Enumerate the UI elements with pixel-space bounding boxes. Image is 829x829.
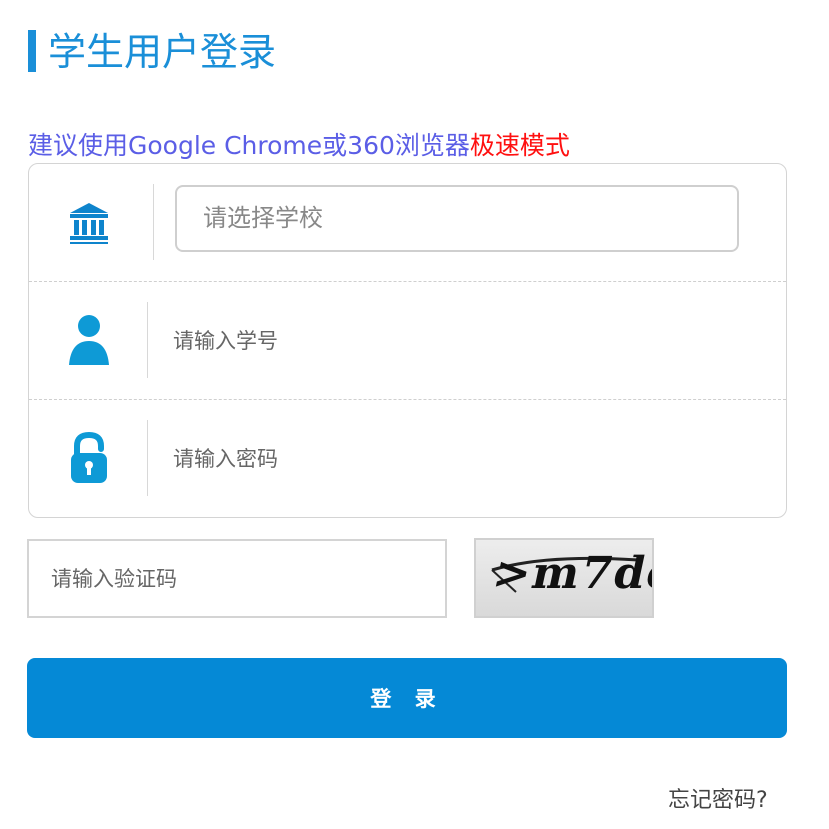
school-select[interactable]: 请选择学校 (175, 185, 739, 252)
student-id-row (29, 281, 786, 398)
login-panel: 请选择学校 (28, 163, 787, 518)
captcha-input[interactable] (27, 539, 447, 618)
page-title: 学生用户登录 (48, 30, 277, 74)
row-divider (153, 184, 154, 260)
title-accent-bar (28, 30, 36, 72)
captcha-text: >m7dc (488, 548, 654, 599)
user-icon (29, 282, 149, 398)
browser-hint-highlight: 极速模式 (469, 131, 570, 160)
browser-hint: 建议使用Google Chrome或360浏览器极速模式 (28, 128, 570, 164)
login-button[interactable]: 登 录 (27, 658, 787, 738)
school-row: 请选择学校 (29, 164, 786, 281)
student-id-input[interactable] (173, 318, 733, 364)
row-divider (147, 302, 148, 378)
row-divider (147, 420, 148, 496)
password-row (29, 399, 786, 516)
browser-hint-text: 建议使用Google Chrome或360浏览器 (28, 131, 470, 160)
school-icon (29, 164, 149, 281)
password-input[interactable] (173, 436, 733, 482)
captcha-image[interactable]: >m7dc (474, 538, 654, 618)
forgot-password-link[interactable]: 忘记密码? (668, 782, 768, 814)
lock-icon (29, 400, 149, 516)
